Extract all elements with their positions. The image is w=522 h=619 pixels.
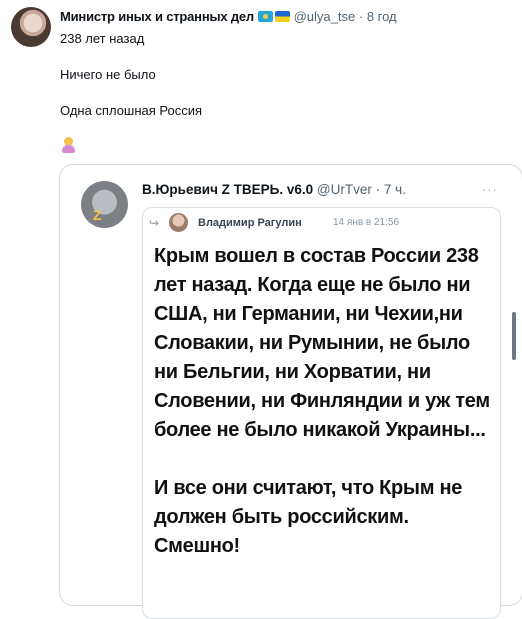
screenshot-card: ↪ Владимир Рагулин 14 янв в 21:56 Крым в… (142, 207, 501, 619)
tweet-text-line-1: 238 лет назад (60, 31, 145, 46)
card-message-text: Крым вошел в состав России 238 лет назад… (154, 245, 490, 557)
ukraine-flag-icon (274, 11, 290, 22)
more-options-icon[interactable]: ··· (482, 182, 498, 197)
reply-arrow-icon: ↪ (149, 216, 160, 230)
card-author-avatar (169, 213, 188, 232)
author-avatar[interactable] (11, 7, 51, 47)
separator-dot: · (375, 182, 381, 197)
tweet-header: Министр иных и странных дел @ulya_tse · … (60, 9, 515, 27)
z-letter-icon: Z (93, 207, 102, 223)
quoted-tweet-time[interactable]: 7 ч. (384, 182, 406, 197)
author-handle[interactable]: @ulya_tse (294, 9, 356, 24)
quoted-tweet[interactable]: Z В.Юрьевич Z ТВЕРЬ. v6.0 @UrTver · 7 ч.… (59, 164, 522, 619)
author-name[interactable]: Министр иных и странных дел (60, 9, 254, 24)
tweet-text-line-2: Ничего не было (60, 67, 156, 82)
card-date: 14 янв в 21:56 (333, 217, 400, 228)
kazakhstan-flag-icon (257, 11, 273, 22)
separator-dot: · (358, 9, 364, 24)
quoted-tweet-header: В.Юрьевич Z ТВЕРЬ. v6.0 @UrTver · 7 ч. (142, 182, 512, 197)
tweet-time[interactable]: 8 год (367, 9, 397, 24)
quoted-author-handle[interactable]: @UrTver (317, 182, 372, 197)
tweet: Министр иных и странных дел @ulya_tse · … (0, 0, 522, 619)
quoted-author-avatar[interactable]: Z (81, 181, 128, 228)
quoted-author-name[interactable]: В.Юрьевич Z ТВЕРЬ. v6.0 (142, 182, 313, 197)
scrollbar[interactable] (512, 312, 516, 360)
tweet-text-line-3: Одна сплошная Россия (60, 103, 203, 118)
woman-shrugging-emoji-icon (61, 137, 75, 153)
card-author-name: Владимир Рагулин (198, 217, 302, 229)
